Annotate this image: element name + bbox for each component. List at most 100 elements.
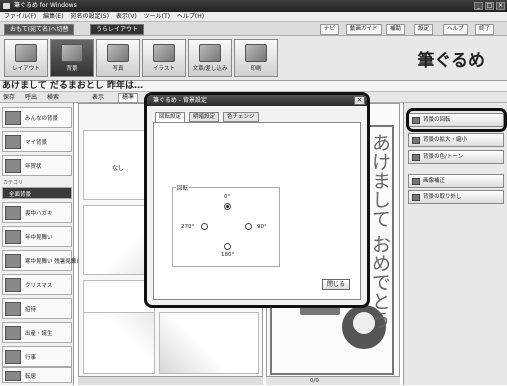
remove-background-button[interactable]: 背景の取り外し [408,190,504,204]
category-item[interactable]: 出産・誕生 [2,322,72,343]
rotate-180-radio[interactable] [224,243,231,250]
background-thumbnail[interactable] [159,312,259,374]
button-label: 背景の色/トーン [423,154,464,160]
window-titlebar: 筆ぐるめ for Windows _ □ × [0,0,507,12]
dialog-titlebar: 筆ぐるめ - 背景設定 × [147,95,367,106]
search-button[interactable]: 検索 [47,92,59,103]
assist-button[interactable]: 補助 [386,24,406,35]
option-label: 270° [181,224,195,230]
dialog-close-icon[interactable]: × [354,96,365,105]
close-window-button[interactable]: × [496,2,505,10]
background-settings-dialog: 筆ぐるめ - 背景設定 × 回転設定 明暗設定 色チェンジ 回転 0° 270°… [144,92,370,308]
category-label: 転居 [25,374,37,380]
grid-scrollbar[interactable] [78,376,263,385]
category-item[interactable]: 年中見舞い [2,226,72,247]
option-label: 180° [221,252,235,258]
action-panel: 背景の回転 背景の拡大・縮小 背景の色/トーン 画像補正 背景の取り外し [403,103,507,385]
ribbon-label: レイアウト [12,66,40,72]
ribbon-background-button[interactable]: 背景 [50,39,94,77]
menu-address[interactable]: 宛名の設定(S) [70,13,109,20]
settings-button[interactable]: 設定 [414,24,434,35]
category-thumb-icon [5,278,21,292]
category-item-selected[interactable]: 全面背景 [2,187,72,199]
rotate-270-radio[interactable] [201,223,208,230]
category-section-label: カテゴリ [3,180,24,186]
ribbon-print-button[interactable]: 印刷 [234,39,278,77]
maximize-button[interactable]: □ [485,2,494,10]
none-label: なし [112,165,125,172]
exit-button[interactable]: 終了 [475,24,495,35]
ribbon-label: 文章/差し込み [192,66,228,72]
category-thumb-icon [5,159,21,173]
help-button[interactable]: ヘルプ [443,24,468,35]
ura-layout-tab[interactable]: うらレイアウト [90,24,145,35]
dialog-close-button[interactable]: 閉じる [322,279,350,290]
rotate-0-radio[interactable] [224,203,231,210]
save-button[interactable]: 保存 [3,92,15,103]
ribbon-photo-button[interactable]: 写真 [96,39,140,77]
category-label: クリスマス [25,283,53,289]
switch-omote-button[interactable]: おもて(宛て名)へ切替 [4,24,75,35]
menu-file[interactable]: ファイル(F) [4,13,36,20]
video-guide-button[interactable]: 動画ガイド [346,24,382,35]
group-label: 回転 [176,184,190,192]
tab-color-change[interactable]: 色チェンジ [223,112,259,122]
category-label: 行事 [25,355,37,361]
resize-icon [412,137,420,144]
display-toggle[interactable]: 表示 [92,92,104,103]
menu-tools[interactable]: ツール(T) [144,13,170,20]
category-thumb-icon [5,326,21,340]
page-indicator: 0/0 [266,376,400,385]
remove-icon [412,194,420,201]
minimize-button[interactable]: _ [474,2,483,10]
ribbon-text-button[interactable]: 文章/差し込み [188,39,232,77]
category-label: 招待 [25,307,37,313]
menu-edit[interactable]: 編集(E) [43,13,63,20]
category-panel: みんなの背景 マイ背景 年賀状 カテゴリ 全面背景 喪中ハガキ 年中見舞い 寒中… [0,103,82,385]
document-title: あけまして だるまおとし 昨年は… [2,81,143,91]
category-item[interactable]: 年賀状 [2,155,72,176]
menu-help[interactable]: ヘルプ(H) [177,13,204,20]
category-item[interactable]: マイ背景 [2,131,72,152]
window-title: 筆ぐるめ for Windows [14,2,77,9]
category-item[interactable]: クリスマス [2,274,72,295]
button-label: 背景の取り外し [423,194,462,200]
background-thumbnail[interactable] [83,312,155,374]
category-item[interactable]: 寒中見舞い 残暑見舞い [2,250,82,271]
category-thumb-icon [5,254,21,268]
category-item[interactable]: みんなの背景 [2,107,72,128]
menu-bar: ファイル(F) 編集(E) 宛名の設定(S) 表示(V) ツール(T) ヘルプ(… [0,12,507,22]
app-logo-icon [3,3,10,9]
layout-icon [15,44,37,62]
correction-icon [412,178,420,185]
category-thumb-icon [5,111,21,125]
category-label: 年中見舞い [25,235,53,241]
image-correction-button[interactable]: 画像補正 [408,174,504,188]
category-item[interactable]: 喪中ハガキ [2,202,72,223]
ribbon: レイアウト 背景 写真 イラスト 文章/差し込み 印刷 筆ぐるめ [0,36,507,81]
ribbon-illustration-button[interactable]: イラスト [142,39,186,77]
document-title-bar: あけまして だるまおとし 昨年は… [0,81,507,92]
tab-brightness[interactable]: 明暗設定 [189,112,220,122]
category-thumb-icon [5,302,21,316]
menu-view[interactable]: 表示(V) [116,13,137,20]
option-label: 90° [257,224,267,230]
recall-button[interactable]: 呼出 [25,92,37,103]
ribbon-label: イラスト [153,66,175,72]
category-item[interactable]: 行事 [2,346,72,367]
ribbon-label: 背景 [66,66,78,72]
navi-button[interactable]: ナビ [320,24,340,35]
background-tone-button[interactable]: 背景の色/トーン [408,150,504,164]
resize-background-button[interactable]: 背景の拡大・縮小 [408,133,504,147]
dialog-panel: 回転 0° 270° 90° 180° [153,122,361,300]
standard-select[interactable]: 標準 [118,93,139,103]
mode-bar: おもて(宛て名)へ切替 うらレイアウト ナビ 動画ガイド 補助 設定 ヘルプ 終… [0,22,507,36]
category-item[interactable]: 招待 [2,298,72,319]
category-item[interactable]: 転居 [2,367,72,383]
ribbon-layout-button[interactable]: レイアウト [4,39,48,77]
rotate-90-radio[interactable] [245,223,252,230]
category-thumb-icon [5,206,21,220]
category-label: 喪中ハガキ [25,211,53,217]
palette-icon [412,154,420,161]
print-icon [245,44,267,62]
